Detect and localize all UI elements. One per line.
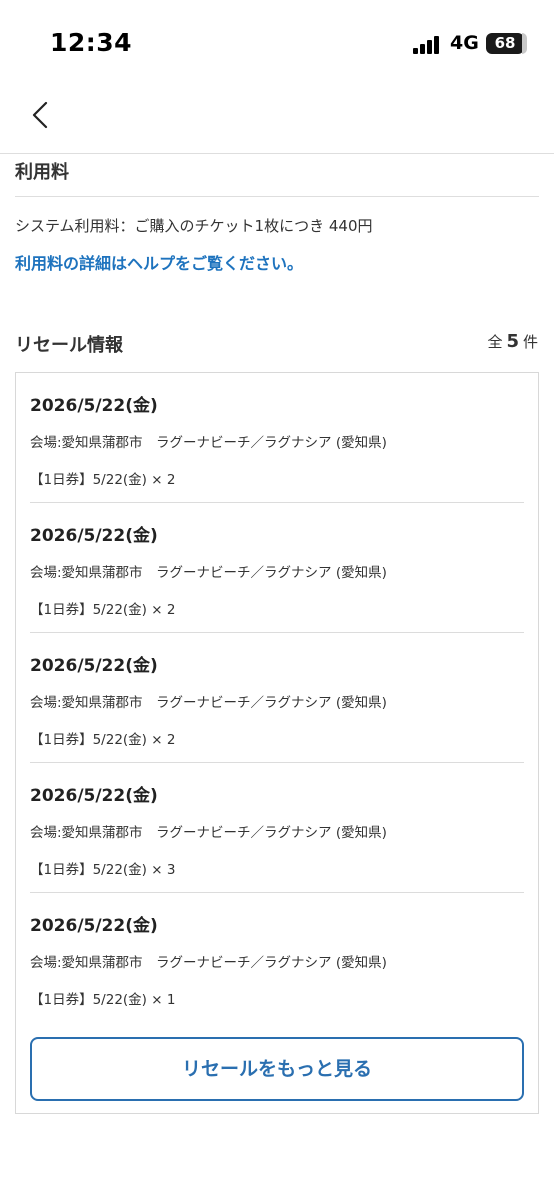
system-fee-text: システム利用料：ご購入のチケット1枚につき 440円 — [15, 217, 373, 235]
status-time: 12:34 — [50, 28, 133, 57]
see-more-resale-button[interactable]: リセールをもっと見る — [30, 1037, 524, 1101]
chevron-left-icon — [32, 101, 48, 129]
resale-item-venue: 会場:愛知県蒲郡市 ラグーナビーチ／ラグナシア (愛知県) — [30, 825, 387, 841]
resale-item-ticket: 【1日券】5/22(金) × 3 — [30, 862, 176, 878]
resale-item-venue: 会場:愛知県蒲郡市 ラグーナビーチ／ラグナシア (愛知県) — [30, 435, 387, 451]
resale-section-heading: リセール情報 — [15, 335, 123, 356]
resale-item-ticket: 【1日券】5/22(金) × 2 — [30, 732, 176, 748]
resale-count: 全5件 — [487, 331, 538, 352]
status-bar: 12:34 4G 68 — [0, 0, 554, 88]
battery-icon: 68 — [486, 33, 524, 54]
resale-count-prefix: 全 — [487, 333, 503, 351]
fee-help-link[interactable]: 利用料の詳細はヘルプをご覧ください。 — [15, 250, 303, 274]
resale-item-ticket: 【1日券】5/22(金) × 2 — [30, 602, 176, 618]
resale-item[interactable]: 2026/5/22(金) 会場:愛知県蒲郡市 ラグーナビーチ／ラグナシア (愛知… — [30, 893, 524, 1023]
resale-item-venue: 会場:愛知県蒲郡市 ラグーナビーチ／ラグナシア (愛知県) — [30, 955, 387, 971]
resale-list-card: 2026/5/22(金) 会場:愛知県蒲郡市 ラグーナビーチ／ラグナシア (愛知… — [15, 372, 539, 1114]
resale-item-date: 2026/5/22(金) — [30, 916, 158, 936]
resale-count-number: 5 — [506, 331, 519, 352]
resale-item[interactable]: 2026/5/22(金) 会場:愛知県蒲郡市 ラグーナビーチ／ラグナシア (愛知… — [30, 373, 524, 503]
resale-item-ticket: 【1日券】5/22(金) × 1 — [30, 992, 176, 1008]
fee-section-heading: 利用料 — [15, 162, 69, 183]
resale-item-date: 2026/5/22(金) — [30, 786, 158, 806]
battery-level: 68 — [494, 34, 516, 52]
resale-item-venue: 会場:愛知県蒲郡市 ラグーナビーチ／ラグナシア (愛知県) — [30, 565, 387, 581]
cellular-signal-icon — [413, 36, 443, 54]
battery-remaining — [522, 33, 527, 54]
divider — [15, 196, 539, 197]
resale-item[interactable]: 2026/5/22(金) 会場:愛知県蒲郡市 ラグーナビーチ／ラグナシア (愛知… — [30, 763, 524, 893]
resale-item-date: 2026/5/22(金) — [30, 526, 158, 546]
resale-item-ticket: 【1日券】5/22(金) × 2 — [30, 472, 176, 488]
nav-bar — [0, 88, 554, 154]
resale-count-suffix: 件 — [522, 333, 538, 351]
resale-item[interactable]: 2026/5/22(金) 会場:愛知県蒲郡市 ラグーナビーチ／ラグナシア (愛知… — [30, 503, 524, 633]
resale-item-date: 2026/5/22(金) — [30, 656, 158, 676]
network-type: 4G — [450, 32, 479, 54]
resale-item-venue: 会場:愛知県蒲郡市 ラグーナビーチ／ラグナシア (愛知県) — [30, 695, 387, 711]
back-button[interactable] — [24, 98, 58, 132]
resale-item[interactable]: 2026/5/22(金) 会場:愛知県蒲郡市 ラグーナビーチ／ラグナシア (愛知… — [30, 633, 524, 763]
resale-item-date: 2026/5/22(金) — [30, 396, 158, 416]
